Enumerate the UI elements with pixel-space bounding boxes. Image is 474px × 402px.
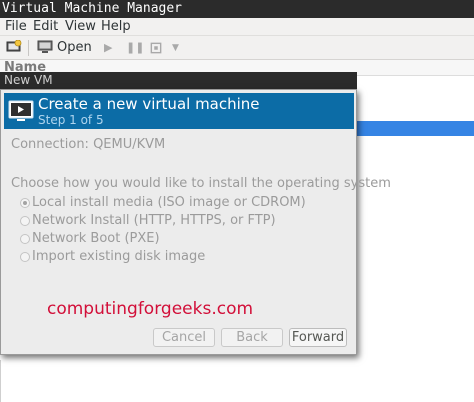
radio-import-disk[interactable]: [20, 252, 30, 262]
menu-view[interactable]: View: [65, 18, 96, 36]
menu-file[interactable]: File: [5, 18, 27, 36]
radio-network-boot[interactable]: [20, 234, 30, 244]
dialog-title: New VM: [0, 72, 357, 89]
toolbar-separator: [28, 40, 29, 56]
menu-help[interactable]: Help: [101, 18, 131, 36]
option-local-install[interactable]: Local install media (ISO image or CDROM): [32, 195, 306, 211]
menu-edit[interactable]: Edit: [33, 18, 58, 36]
banner-title: Create a new virtual machine: [38, 95, 260, 113]
radio-network-install[interactable]: [20, 216, 30, 226]
toolbar: Open ▶ ❚❚ ▼: [0, 36, 474, 60]
radio-local-install[interactable]: [20, 198, 30, 208]
menubar: File Edit View Help: [0, 18, 474, 36]
watermark-text: computingforgeeks.com: [47, 299, 254, 319]
install-question: Choose how you would like to install the…: [11, 176, 391, 191]
window-title: Virtual Machine Manager: [0, 0, 474, 18]
play-icon[interactable]: ▶: [104, 39, 112, 57]
new-vm-dialog: Create a new virtual machine Step 1 of 5…: [0, 89, 391, 355]
create-vm-icon: [8, 100, 34, 121]
banner-step: Step 1 of 5: [38, 113, 104, 127]
chevron-down-icon[interactable]: ▼: [172, 39, 179, 57]
new-vm-icon[interactable]: [6, 40, 22, 54]
option-network-boot[interactable]: Network Boot (PXE): [32, 231, 160, 247]
open-button[interactable]: Open: [57, 39, 92, 57]
option-network-install[interactable]: Network Install (HTTP, HTTPS, or FTP): [32, 213, 276, 229]
pause-icon[interactable]: ❚❚: [126, 39, 144, 57]
connection-label: Connection: QEMU/KVM: [11, 137, 166, 152]
option-import-disk[interactable]: Import existing disk image: [32, 249, 205, 265]
forward-button[interactable]: Forward: [289, 328, 347, 347]
monitor-icon[interactable]: [37, 40, 53, 54]
cancel-button[interactable]: Cancel: [153, 328, 215, 347]
dialog-banner: Create a new virtual machine Step 1 of 5: [4, 93, 354, 129]
divider: [0, 360, 1, 402]
shutdown-icon[interactable]: [148, 41, 164, 55]
back-button[interactable]: Back: [221, 328, 283, 347]
selected-vm-row[interactable]: [356, 121, 474, 136]
